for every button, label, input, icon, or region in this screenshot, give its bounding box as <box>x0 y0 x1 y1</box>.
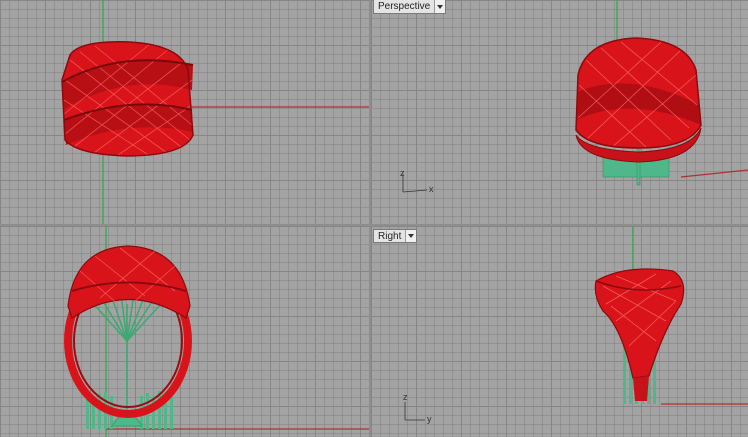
x-axis-line <box>680 169 748 178</box>
viewport-label: Perspective <box>378 1 431 12</box>
viewport-top[interactable] <box>0 0 369 224</box>
top-view-scene <box>61 0 369 224</box>
gizmo-x-label: x <box>429 184 434 194</box>
viewport-perspective[interactable]: Perspective x z <box>371 0 748 224</box>
viewport-front[interactable] <box>0 226 369 437</box>
gizmo-z-label: z <box>403 392 408 402</box>
viewport-right[interactable]: Right y z <box>371 226 748 437</box>
viewport-tab-perspective[interactable]: Perspective <box>373 0 447 14</box>
front-view-scene <box>64 226 369 437</box>
chevron-down-icon[interactable] <box>405 230 417 242</box>
gizmo-y-label: y <box>427 414 432 424</box>
viewport-label: Right <box>378 231 402 242</box>
ring-model-perspective <box>575 37 702 163</box>
chevron-down-icon[interactable] <box>434 0 446 13</box>
ring-model-top <box>61 41 194 158</box>
ring-model-right <box>594 268 685 401</box>
gizmo-z-label: z <box>400 168 405 178</box>
viewport-tab-right[interactable]: Right <box>373 229 418 243</box>
